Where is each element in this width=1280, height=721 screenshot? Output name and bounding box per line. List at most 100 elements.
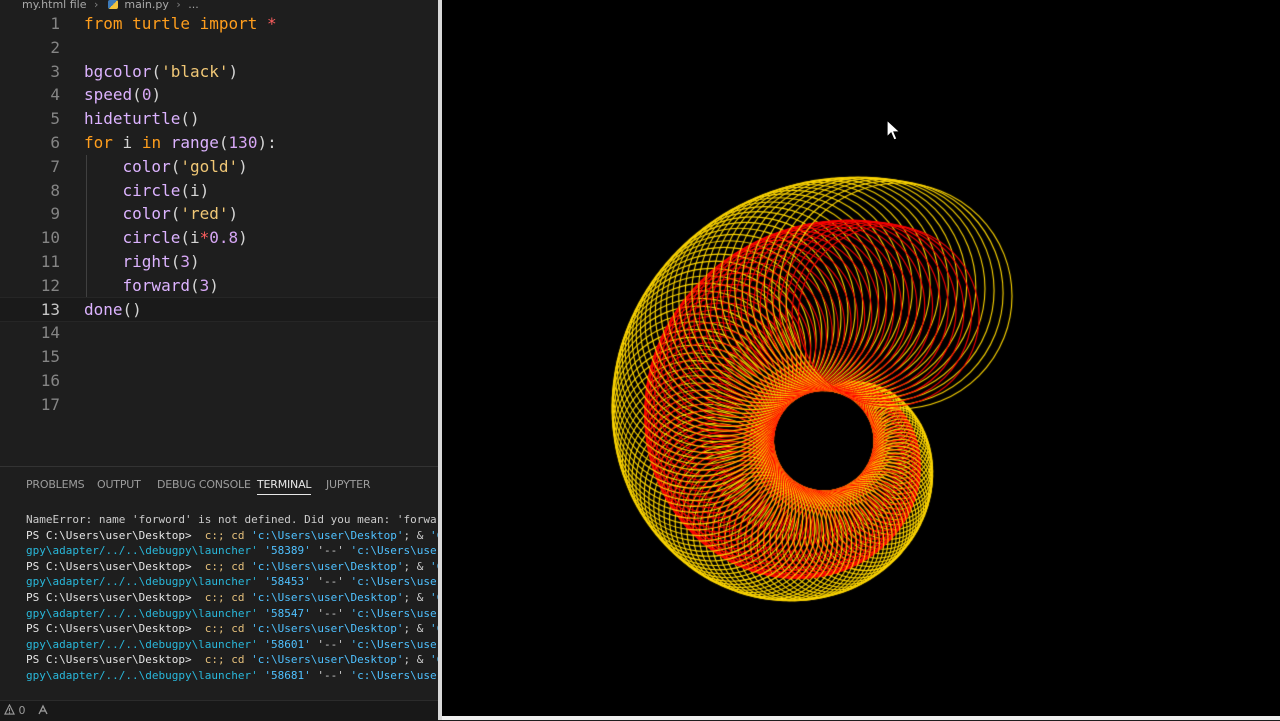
line-number: 7 [50, 156, 60, 176]
code-token: ( [218, 133, 229, 152]
code-text[interactable]: color('gold') [84, 155, 248, 179]
code-token: right [122, 252, 171, 271]
code-token: done [84, 299, 123, 319]
code-token: for [84, 133, 113, 152]
code-token: * [267, 14, 277, 33]
terminal-text: c:; cd [198, 622, 252, 636]
code-editor[interactable]: my.html file › main.py › ... 1 from turtl… [0, 0, 438, 466]
code-token: 0 [141, 85, 152, 105]
tab-terminal[interactable]: TERMINAL [257, 476, 312, 495]
code-line[interactable]: 10 circle(i*0.8) [0, 226, 438, 250]
bottom-panel: PROBLEMS OUTPUT DEBUG CONSOLE TERMINAL J… [0, 466, 438, 701]
terminal-text: gpy\adapter/../..\debugpy\launcher' [26, 575, 265, 589]
code-line[interactable]: 2 [0, 36, 438, 60]
warnings-count: 0 [18, 704, 26, 717]
terminal-text: '--' [310, 637, 351, 651]
code-token: ( [180, 180, 190, 200]
terminal-text: 'C: [430, 590, 438, 604]
panel-tab-bar: PROBLEMS OUTPUT DEBUG CONSOLE TERMINAL J… [0, 467, 438, 501]
code-line[interactable]: 15 [0, 345, 438, 369]
code-token: ( [170, 204, 181, 224]
code-line[interactable]: 11 right(3) [0, 250, 438, 274]
code-line[interactable]: 14 [0, 321, 438, 345]
code-token: ( [151, 61, 162, 81]
terminal-line: gpy\adapter/../..\debugpy\launcher' '586… [26, 668, 438, 684]
breadcrumb-tail[interactable]: ... [188, 0, 199, 10]
line-number: 16 [40, 371, 60, 390]
terminal-text: 'c:\Users\user\ [350, 637, 438, 651]
terminal-text: 'C: [430, 653, 438, 667]
code-token: ) [151, 85, 162, 105]
code-line[interactable]: 16 [0, 369, 438, 393]
code-text[interactable]: from turtle import * [84, 12, 277, 36]
code-line[interactable]: 9 color('red') [0, 202, 438, 226]
code-text[interactable]: hideturtle() [84, 107, 200, 131]
code-token: ) [189, 252, 200, 271]
terminal-text: c:; cd [198, 590, 252, 604]
code-token: ( [189, 275, 200, 295]
code-token: ) [228, 204, 239, 224]
terminal-text: gpy\adapter/../..\debugpy\launcher' [26, 544, 265, 558]
code-token: ) [238, 156, 248, 176]
terminal-text: '--' [310, 575, 351, 589]
code-token: 130 [228, 133, 258, 152]
code-token: ( [180, 228, 190, 248]
tab-debug-console[interactable]: DEBUG CONSOLE [157, 476, 251, 494]
terminal-text: 'c:\Users\user\ [350, 575, 438, 589]
line-number: 12 [40, 275, 60, 295]
code-token: import [199, 14, 258, 33]
turtle-drawing-canvas[interactable] [442, 0, 1280, 716]
code-token: turtle [132, 14, 190, 33]
code-token: circle [122, 180, 181, 200]
python-file-icon [107, 0, 118, 9]
code-token: hideturtle [84, 109, 181, 129]
code-token: ( [132, 85, 142, 105]
code-text[interactable]: color('red') [84, 202, 239, 226]
terminal-text: PS C:\Users\user\Desktop> [26, 590, 199, 604]
code-text[interactable]: circle(i*0.8) [84, 226, 248, 250]
warnings-indicator[interactable]: 0 [4, 701, 26, 721]
code-line[interactable]: 7 color('gold') [0, 155, 438, 179]
code-text[interactable]: speed(0) [84, 83, 161, 107]
code-line[interactable]: 3 bgcolor('black') [0, 60, 438, 84]
code-text[interactable]: forward(3) [84, 274, 219, 298]
line-number: 4 [50, 85, 60, 105]
turtle-graphics-window[interactable] [442, 0, 1280, 716]
terminal-output[interactable]: NameError: name 'forword' is not defined… [26, 512, 438, 684]
code-text[interactable]: done() [84, 298, 142, 322]
remote-indicator[interactable] [36, 701, 50, 721]
tab-problems[interactable]: PROBLEMS [26, 476, 85, 494]
breadcrumb-file[interactable]: main.py [124, 0, 168, 10]
tab-output[interactable]: OUTPUT [97, 476, 141, 494]
code-line[interactable]: 12 forward(3) [0, 274, 438, 298]
terminal-text: '58601' [264, 637, 311, 651]
code-line[interactable]: 17 [0, 393, 438, 417]
terminal-line: gpy\adapter/../..\debugpy\launcher' '584… [26, 574, 438, 590]
line-number: 5 [50, 109, 60, 129]
terminal-line: PS C:\Users\user\Desktop> c:; cd 'c:\Use… [26, 528, 438, 544]
terminal-text: ; & [403, 528, 430, 542]
code-text[interactable]: for i in range(130): [84, 131, 277, 155]
terminal-text: ; & [403, 653, 430, 667]
code-token: i [189, 228, 200, 248]
terminal-text: PS C:\Users\user\Desktop> [26, 622, 199, 636]
code-line[interactable]: 4 speed(0) [0, 83, 438, 107]
terminal-line: gpy\adapter/../..\debugpy\launcher' '586… [26, 637, 438, 653]
code-line[interactable]: 6 for i in range(130): [0, 131, 438, 155]
code-text[interactable]: bgcolor('black') [84, 60, 238, 84]
code-line[interactable]: 8 circle(i) [0, 179, 438, 203]
code-line[interactable]: 5 hideturtle() [0, 107, 438, 131]
tab-jupyter[interactable]: JUPYTER [326, 476, 371, 494]
breadcrumb-folder[interactable]: my.html file [22, 0, 86, 10]
code-text[interactable]: circle(i) [84, 179, 210, 203]
code-text[interactable]: right(3) [84, 250, 200, 274]
code-line[interactable]: 1 from turtle import * [0, 12, 438, 36]
terminal-text: ; & [403, 559, 430, 573]
code-line[interactable]: 13 done() [0, 296, 438, 323]
terminal-line: NameError: name 'forword' is not defined… [26, 512, 438, 528]
terminal-text: 'C: [430, 528, 438, 542]
remote-icon [38, 704, 48, 715]
